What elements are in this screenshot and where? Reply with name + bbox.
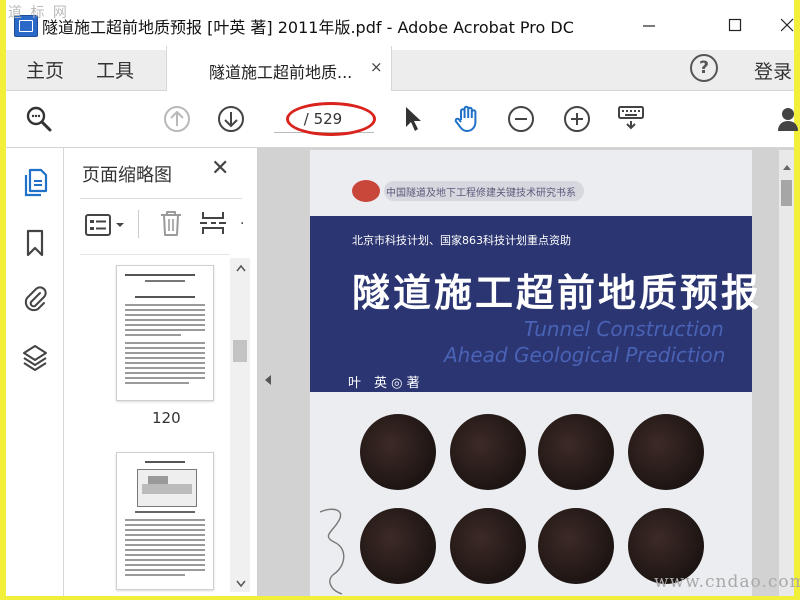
- chevron-up-icon: [236, 264, 246, 272]
- annotation-ellipse: [286, 102, 376, 136]
- zoom-in-button[interactable]: [560, 102, 594, 136]
- keyboard-tools-button[interactable]: [614, 100, 648, 134]
- panel-divider: [80, 198, 242, 199]
- layers-icon: [23, 345, 47, 371]
- collapse-panel-icon[interactable]: [264, 374, 272, 389]
- page-thumbnail[interactable]: [116, 452, 214, 590]
- thumbnail-scrollbar[interactable]: [230, 258, 250, 592]
- window-title: 隧道施工超前地质预报 [叶英 著] 2011年版.pdf - Adobe Acr…: [42, 18, 574, 37]
- rock-sample-photo: [450, 414, 526, 490]
- cover-series: 中国隧道及地下工程修建关键技术研究书系: [386, 188, 576, 199]
- cover-english-line1: Tunnel Construction: [524, 317, 724, 341]
- cover-english-line2: Ahead Geological Prediction: [444, 343, 726, 367]
- page-split-icon: [200, 212, 226, 234]
- watermark-bottom-right: www.cndao.com: [654, 572, 800, 592]
- bookmark-icon: [26, 229, 44, 257]
- bookmarks-nav[interactable]: [18, 226, 52, 260]
- pages-icon: [24, 168, 48, 197]
- login-button[interactable]: 登录: [754, 57, 792, 84]
- chevron-left-icon: [265, 375, 271, 385]
- scroll-down-icon[interactable]: [236, 578, 246, 591]
- page-thumbnail[interactable]: [116, 265, 214, 401]
- frame-right: [794, 0, 800, 600]
- rock-sample-photo: [538, 508, 614, 584]
- find-text-button[interactable]: [22, 102, 56, 136]
- panel-title: 页面缩略图: [82, 165, 172, 186]
- rock-sample-photo: [628, 414, 704, 490]
- rock-sample-photo: [450, 508, 526, 584]
- cover-funding: 北京市科技计划、国家863科技计划重点资助: [352, 234, 571, 247]
- document-scrollbar-thumb[interactable]: [781, 180, 792, 206]
- share-user-button[interactable]: [774, 102, 800, 136]
- page-thumbnails-nav[interactable]: [18, 166, 52, 200]
- menu-tools[interactable]: 工具: [96, 52, 134, 92]
- arrow-down-circle-icon: [218, 106, 244, 132]
- minimize-icon: [643, 25, 655, 27]
- next-page-button[interactable]: [214, 102, 248, 136]
- maximize-button[interactable]: [712, 8, 758, 42]
- close-window-button[interactable]: [764, 8, 800, 42]
- close-panel-icon[interactable]: ✕: [211, 156, 229, 181]
- hand-icon: [454, 105, 477, 132]
- thumbnail-options-button[interactable]: [82, 208, 128, 242]
- paperclip-icon: [24, 286, 47, 312]
- document-tab-label: 隧道施工超前地质...: [209, 63, 353, 82]
- close-icon: [780, 18, 794, 32]
- delete-pages-button[interactable]: [154, 206, 188, 240]
- toolbar-divider: [138, 210, 139, 238]
- maximize-icon: [728, 18, 742, 32]
- list-options-icon: [85, 214, 124, 236]
- rock-sample-photo: [360, 414, 436, 490]
- plus-circle-icon: [564, 106, 590, 132]
- panel-overflow-icon[interactable]: ·: [240, 216, 244, 232]
- cover-title: 隧道施工超前地质预报: [352, 271, 763, 315]
- cover-english-title: Tunnel Construction Ahead Geological Pre…: [444, 316, 725, 368]
- previous-page-button[interactable]: [160, 102, 194, 136]
- pen-scribble: [319, 508, 345, 595]
- attachments-nav[interactable]: [18, 282, 52, 316]
- panel-divider-lower: [80, 254, 230, 255]
- rock-sample-photo: [360, 508, 436, 584]
- rock-sample-photo: [538, 414, 614, 490]
- cover-author: 叶 英 ◎ 著: [348, 376, 420, 391]
- close-tab-icon[interactable]: ×: [370, 58, 383, 76]
- extract-pages-button[interactable]: [196, 206, 230, 240]
- user-plus-icon: [778, 108, 798, 131]
- chevron-up-icon: [783, 165, 791, 170]
- thumbnail-figure: [137, 469, 197, 507]
- chevron-down-icon: [236, 580, 246, 588]
- minimize-button[interactable]: [626, 8, 672, 42]
- document-tab[interactable]: 隧道施工超前地质... ×: [166, 46, 392, 91]
- publisher-logo-icon: [352, 180, 380, 202]
- document-scrollbar[interactable]: [779, 150, 794, 596]
- help-icon[interactable]: ?: [690, 54, 718, 82]
- frame-bottom: [0, 596, 800, 600]
- zoom-out-button[interactable]: [504, 102, 538, 136]
- select-tool-button[interactable]: [396, 102, 430, 136]
- hand-tool-button[interactable]: [450, 102, 484, 136]
- keyboard-icon: [618, 106, 644, 130]
- scroll-up-icon[interactable]: [236, 262, 246, 275]
- thumbnail-page-number: 120: [152, 409, 181, 427]
- cursor-arrow-icon: [406, 107, 421, 131]
- minus-circle-icon: [508, 106, 534, 132]
- trash-icon: [161, 211, 181, 236]
- menu-home[interactable]: 主页: [26, 52, 64, 92]
- layers-nav[interactable]: [18, 340, 52, 374]
- doc-scroll-up-icon[interactable]: [782, 156, 792, 175]
- arrow-up-circle-icon: [164, 106, 190, 132]
- magnifier-icon: [26, 106, 52, 132]
- thumbnail-scrollbar-thumb[interactable]: [233, 340, 247, 362]
